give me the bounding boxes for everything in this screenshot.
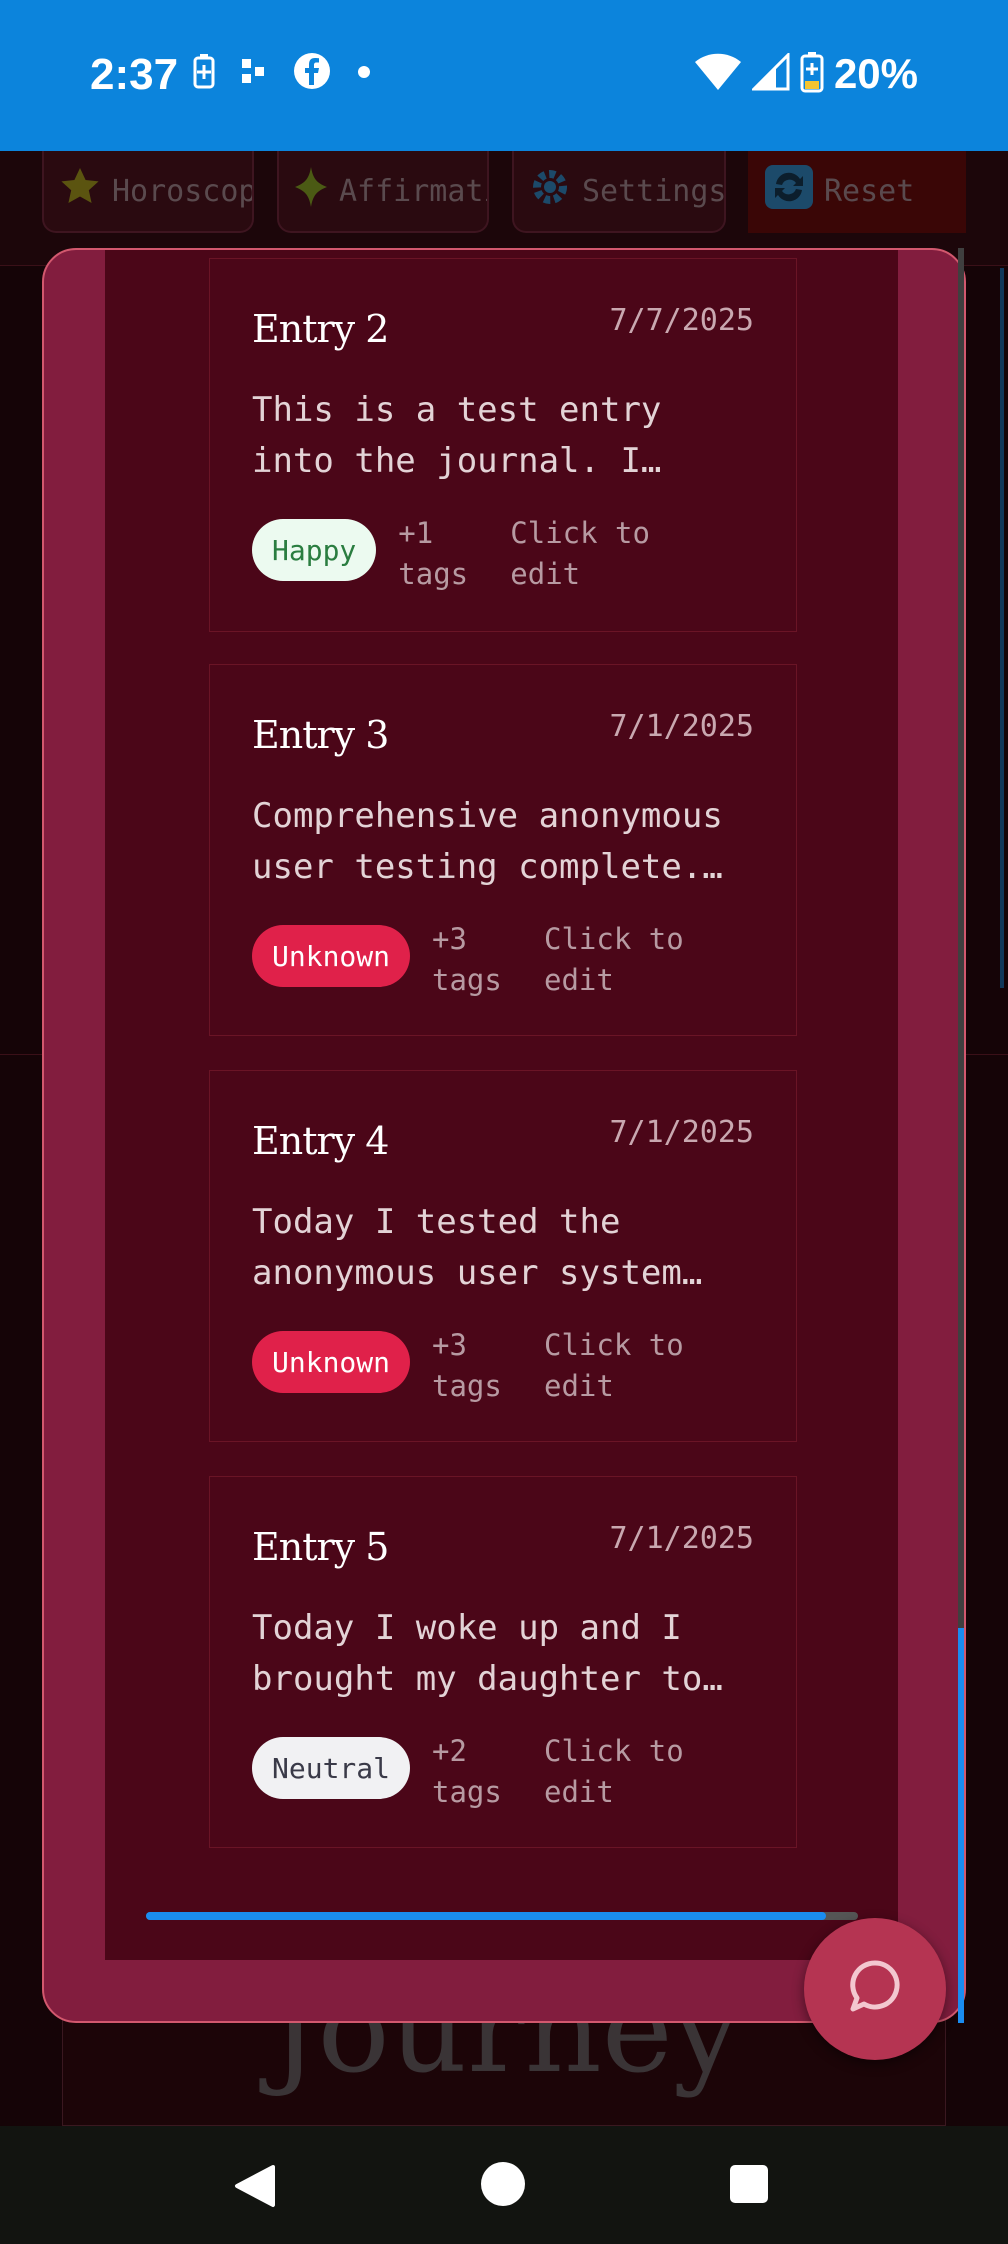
- nav-affirmations-button[interactable]: Affirmations: [277, 151, 489, 233]
- signal-icon: [750, 51, 790, 95]
- status-time: 2:37: [90, 50, 179, 99]
- click-to-edit-hint: Click to edit: [544, 919, 714, 1001]
- edit-hint-line: Click to: [510, 516, 650, 550]
- sparkle-icon: [293, 165, 329, 217]
- vertical-scrollbar-thumb[interactable]: [958, 1628, 964, 2023]
- nav-reset-button[interactable]: Reset: [748, 151, 966, 233]
- battery-icon: [800, 51, 824, 97]
- mood-badge: Happy: [252, 519, 377, 581]
- facebook-icon: [293, 52, 331, 94]
- home-icon[interactable]: [481, 2162, 525, 2206]
- edit-hint-line: edit: [544, 1775, 614, 1809]
- entry-preview: This is a test entry into the journal. I…: [252, 385, 772, 487]
- horizontal-scrollbar-thumb[interactable]: [146, 1912, 826, 1920]
- entry-date: 7/1/2025: [609, 1115, 755, 1150]
- nav-horoscope-button[interactable]: Horoscope: [42, 151, 254, 233]
- tags-count-label: tags: [432, 1369, 502, 1403]
- entry-preview-line: This is a test entry: [252, 390, 662, 430]
- tags-count: +2 tags: [432, 1731, 522, 1813]
- refresh-icon: [764, 164, 814, 218]
- click-to-edit-hint: Click to edit: [544, 1325, 714, 1407]
- edit-hint-line: edit: [544, 963, 614, 997]
- battery-saver-icon: [193, 53, 215, 93]
- tags-count-value: +3: [432, 922, 467, 956]
- edit-hint-line: Click to: [544, 1734, 684, 1768]
- entry-title: Entry 4: [252, 1119, 389, 1163]
- tags-count-value: +3: [432, 1328, 467, 1362]
- entry-title: Entry 2: [252, 307, 389, 351]
- click-to-edit-hint: Click to edit: [510, 513, 680, 595]
- back-icon[interactable]: [233, 2163, 277, 2213]
- recent-apps-icon[interactable]: [730, 2165, 768, 2203]
- entry-preview-line: anonymous user system…: [252, 1253, 703, 1293]
- mood-badge: Neutral: [252, 1737, 411, 1799]
- chat-bubble-icon: [845, 1957, 905, 2021]
- entry-footer: Happy +1 tags Click to edit: [252, 513, 680, 603]
- tags-count-label: tags: [432, 1775, 502, 1809]
- battery-percent: 20%: [833, 50, 918, 97]
- status-left-icons: [193, 52, 371, 94]
- status-right-icons: 20%: [694, 50, 918, 98]
- entry-date: 7/7/2025: [609, 303, 755, 338]
- status-bar: 2:37 20%: [0, 0, 1008, 151]
- mood-badge: Unknown: [252, 925, 411, 987]
- entry-footer: Unknown +3 tags Click to edit: [252, 1325, 714, 1415]
- entry-date: 7/1/2025: [609, 1521, 755, 1556]
- tags-count: +1 tags: [398, 513, 488, 595]
- entry-card[interactable]: Entry 2 7/7/2025 This is a test entry in…: [209, 258, 797, 632]
- tags-count-label: tags: [398, 557, 469, 591]
- entry-preview-line: user testing complete.…: [252, 847, 723, 887]
- entry-title: Entry 5: [252, 1525, 389, 1569]
- entry-preview-line: brought my daughter to…: [252, 1659, 723, 1699]
- star-icon: [58, 165, 102, 217]
- tags-count: +3 tags: [432, 1325, 522, 1407]
- entry-preview-line: into the journal. I…: [252, 441, 662, 481]
- entry-footer: Neutral +2 tags Click to edit: [252, 1731, 714, 1821]
- entry-card[interactable]: Entry 3 7/1/2025 Comprehensive anonymous…: [209, 664, 797, 1036]
- tags-count-value: +2: [432, 1734, 467, 1768]
- nav-settings-button[interactable]: Settings: [512, 151, 726, 233]
- entry-card[interactable]: Entry 4 7/1/2025 Today I tested the anon…: [209, 1070, 797, 1442]
- edit-hint-line: edit: [544, 1369, 614, 1403]
- tags-count: +3 tags: [432, 919, 522, 1001]
- nav-horoscope-label: Horoscope: [112, 173, 252, 209]
- edit-hint-line: edit: [510, 557, 581, 591]
- entry-preview-line: Comprehensive anonymous: [252, 796, 723, 836]
- entry-preview: Today I woke up and I brought my daughte…: [252, 1603, 772, 1705]
- click-to-edit-hint: Click to edit: [544, 1731, 714, 1813]
- entry-preview-line: Today I tested the: [252, 1202, 621, 1242]
- entry-date: 7/1/2025: [609, 709, 755, 744]
- entry-card[interactable]: Entry 5 7/1/2025 Today I woke up and I b…: [209, 1476, 797, 1848]
- edit-hint-line: Click to: [544, 922, 684, 956]
- nav-settings-label: Settings: [582, 173, 726, 209]
- nav-affirmations-label: Affirmations: [339, 173, 487, 209]
- nav-reset-label: Reset: [824, 173, 915, 209]
- entry-title: Entry 3: [252, 713, 389, 757]
- mood-badge: Unknown: [252, 1331, 411, 1393]
- background-edge-accent: [1000, 268, 1004, 988]
- edit-hint-line: Click to: [544, 1328, 684, 1362]
- wifi-icon: [694, 52, 742, 96]
- notification-dots-icon: [241, 58, 267, 88]
- chat-button[interactable]: [804, 1918, 946, 2060]
- entry-preview: Comprehensive anonymous user testing com…: [252, 791, 772, 893]
- entry-preview-line: Today I woke up and I: [252, 1608, 682, 1648]
- tags-count-label: tags: [432, 963, 502, 997]
- dot-icon: [357, 64, 371, 83]
- entry-preview: Today I tested the anonymous user system…: [252, 1197, 772, 1299]
- tags-count-value: +1: [398, 516, 434, 550]
- entries-panel: Entry 2 7/7/2025 This is a test entry in…: [105, 250, 898, 1960]
- gear-icon: [528, 165, 572, 217]
- journal-entries-modal: Entry 2 7/7/2025 This is a test entry in…: [42, 248, 966, 2023]
- entry-footer: Unknown +3 tags Click to edit: [252, 919, 714, 1009]
